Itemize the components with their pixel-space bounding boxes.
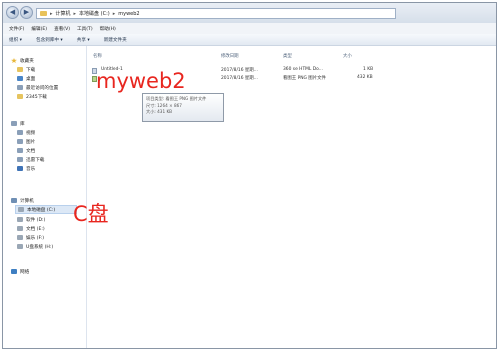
nav-label: 软件 (D:) xyxy=(26,217,46,223)
nav-label: 计算机 xyxy=(20,198,34,204)
nav-label: 迅雷下载 xyxy=(26,157,45,163)
video-library-icon xyxy=(17,130,23,135)
nav-item-desktop[interactable]: 桌面 xyxy=(17,74,35,83)
menu-view[interactable]: 查看(V) xyxy=(54,26,70,32)
address-bar[interactable]: ▸ 计算机 ▸ 本地磁盘 (C:) ▸ myweb2 xyxy=(36,8,396,19)
explorer-window: ◀ ▶ ▸ 计算机 ▸ 本地磁盘 (C:) ▸ myweb2 文件(F) 编辑(… xyxy=(2,2,497,349)
nav-item-videos[interactable]: 视频 xyxy=(17,128,35,137)
file-type: 看图王 PNG 图片文件 xyxy=(283,76,326,81)
new-folder-button[interactable]: 新建文件夹 xyxy=(104,37,127,43)
file-size: 1 KB xyxy=(363,67,374,72)
nav-item-downloads[interactable]: 下载 xyxy=(17,65,35,74)
nav-label: 库 xyxy=(20,121,25,127)
breadcrumb-drive-c[interactable]: 本地磁盘 (C:) xyxy=(79,10,110,17)
nav-label: 视频 xyxy=(26,130,36,136)
nav-label: 收藏夹 xyxy=(20,58,34,64)
breadcrumb-separator: ▸ xyxy=(112,10,116,17)
breadcrumb-myweb2[interactable]: myweb2 xyxy=(118,11,139,17)
drive-icon xyxy=(17,226,23,231)
folder-icon xyxy=(40,11,47,16)
document-library-icon xyxy=(17,148,23,153)
nav-label: 2345下载 xyxy=(26,94,47,100)
computer-icon xyxy=(11,198,17,203)
navigation-pane: 收藏夹 下载 桌面 最近访问的位置 2345下载 库 视频 图片 文档 迅雷下载… xyxy=(3,46,87,348)
column-header-size[interactable]: 大小 xyxy=(343,53,352,59)
tooltip-size: 大小: 431 KB xyxy=(146,109,173,114)
nav-label: 图片 xyxy=(26,139,36,145)
nav-libraries[interactable]: 库 xyxy=(11,119,25,128)
nav-item-drive-h[interactable]: U盘系统 (H:) xyxy=(17,242,53,251)
desktop-icon xyxy=(17,76,23,81)
file-size: 432 KB xyxy=(357,75,373,80)
column-header-name[interactable]: 名称 xyxy=(93,53,102,59)
library-icon xyxy=(11,121,17,126)
nav-item-drive-c[interactable]: 本地磁盘 (C:) xyxy=(15,205,77,214)
file-date: 2017/8/16 星期... xyxy=(221,68,258,73)
annotation-drive: C盘 xyxy=(73,202,109,226)
breadcrumb-computer[interactable]: 计算机 xyxy=(56,10,71,17)
column-header-date[interactable]: 修改日期 xyxy=(221,53,239,59)
nav-item-drive-d[interactable]: 软件 (D:) xyxy=(17,215,45,224)
nav-label: 音乐 xyxy=(26,166,36,172)
recent-places-icon xyxy=(17,85,23,90)
nav-item-pictures[interactable]: 图片 xyxy=(17,137,35,146)
nav-computer[interactable]: 计算机 xyxy=(11,196,34,205)
star-icon xyxy=(11,58,17,63)
nav-label: 下载 xyxy=(26,67,36,73)
title-bar: ◀ ▶ ▸ 计算机 ▸ 本地磁盘 (C:) ▸ myweb2 xyxy=(3,3,496,23)
folder-icon xyxy=(17,67,23,72)
nav-label: 最近访问的位置 xyxy=(26,85,59,91)
folder-icon xyxy=(17,94,23,99)
nav-item-recent[interactable]: 最近访问的位置 xyxy=(17,83,58,92)
nav-label: 桌面 xyxy=(26,76,36,82)
drive-icon xyxy=(17,235,23,240)
network-icon xyxy=(11,269,17,274)
download-library-icon xyxy=(17,157,23,162)
nav-label: 网络 xyxy=(20,269,30,275)
column-header-type[interactable]: 类型 xyxy=(283,53,292,59)
menu-bar: 文件(F) 编辑(E) 查看(V) 工具(T) 帮助(H) xyxy=(3,23,496,34)
nav-network[interactable]: 网络 xyxy=(11,267,29,276)
menu-file[interactable]: 文件(F) xyxy=(9,26,24,32)
nav-favorites[interactable]: 收藏夹 xyxy=(11,56,34,65)
nav-item-music[interactable]: 音乐 xyxy=(17,164,35,173)
command-toolbar: 组织 ▾ 包含到库中 ▾ 共享 ▾ 新建文件夹 xyxy=(3,34,496,46)
include-in-library-button[interactable]: 包含到库中 ▾ xyxy=(36,37,63,43)
picture-library-icon xyxy=(17,139,23,144)
back-arrow-icon[interactable]: ◀ xyxy=(6,6,19,19)
organize-button[interactable]: 组织 ▾ xyxy=(9,37,22,43)
nav-item-drive-e[interactable]: 文档 (E:) xyxy=(17,224,45,233)
file-info-tooltip: 项目类型: 看图王 PNG 图片文件 尺寸: 1264 × 867 大小: 43… xyxy=(142,93,224,122)
nav-label: 文档 xyxy=(26,148,36,154)
menu-edit[interactable]: 编辑(E) xyxy=(31,26,47,32)
column-headers: 名称 修改日期 类型 大小 xyxy=(89,53,496,61)
nav-item-thunder-downloads[interactable]: 迅雷下载 xyxy=(17,155,44,164)
nav-label: 娱乐 (F:) xyxy=(26,235,45,241)
drive-icon xyxy=(18,207,24,212)
annotation-folder-name: myweb2 xyxy=(96,69,186,93)
breadcrumb-separator: ▸ xyxy=(73,10,77,17)
menu-tools[interactable]: 工具(T) xyxy=(77,26,93,32)
drive-icon xyxy=(17,217,23,222)
nav-label: 文档 (E:) xyxy=(26,226,45,232)
file-type: 360 se HTML Do... xyxy=(283,67,323,72)
forward-arrow-icon[interactable]: ▶ xyxy=(20,6,33,19)
file-date: 2017/8/16 星期... xyxy=(221,76,258,81)
breadcrumb-separator: ▸ xyxy=(50,10,53,17)
nav-item-documents[interactable]: 文档 xyxy=(17,146,35,155)
nav-label: 本地磁盘 (C:) xyxy=(27,207,56,213)
music-icon xyxy=(17,166,23,171)
nav-item-2345-downloads[interactable]: 2345下载 xyxy=(17,92,47,101)
nav-item-drive-f[interactable]: 娱乐 (F:) xyxy=(17,233,44,242)
drive-icon xyxy=(17,244,23,249)
menu-help[interactable]: 帮助(H) xyxy=(100,26,116,32)
nav-label: U盘系统 (H:) xyxy=(26,244,54,250)
share-button[interactable]: 共享 ▾ xyxy=(77,37,90,43)
